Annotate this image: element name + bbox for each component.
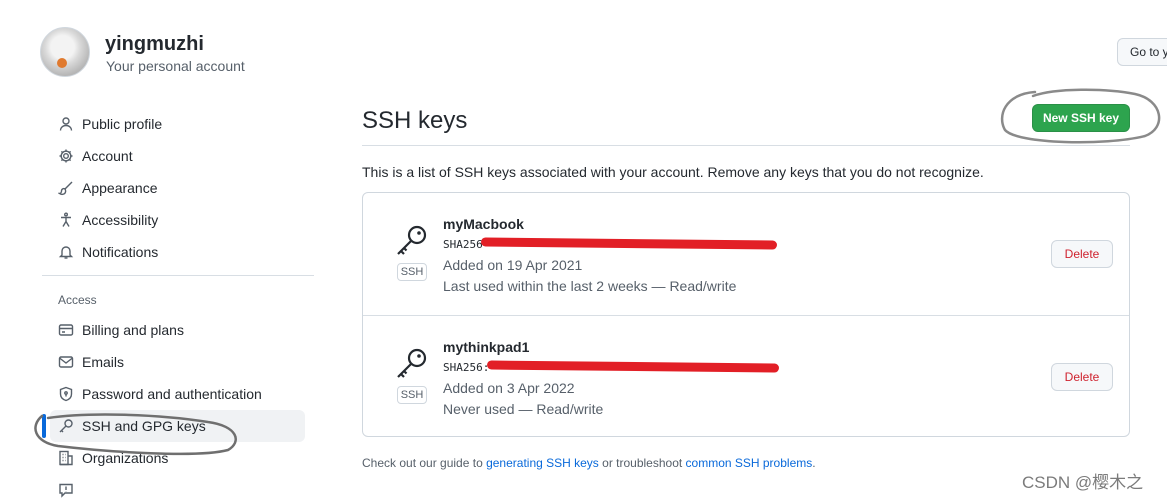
common-ssh-problems-link[interactable]: common SSH problems <box>686 456 813 470</box>
sidebar-item-label: Billing and plans <box>82 322 184 338</box>
sidebar-item-accessibility[interactable]: Accessibility <box>50 204 305 236</box>
title-divider <box>362 145 1130 146</box>
sidebar-item-public-profile[interactable]: Public profile <box>50 108 305 140</box>
sidebar-item-emails[interactable]: Emails <box>50 346 305 378</box>
footer-prefix: Check out our guide to <box>362 456 487 470</box>
sidebar-item-password[interactable]: Password and authentication <box>50 378 305 410</box>
sidebar-item-label: Organizations <box>82 450 169 466</box>
key-added-date: Added on 19 Apr 2021 <box>443 257 583 273</box>
sidebar-item-label: SSH and GPG keys <box>82 418 206 434</box>
sidebar-item-label: Account <box>82 148 133 164</box>
delete-key-button[interactable]: Delete <box>1051 363 1113 391</box>
sidebar-item-partial[interactable] <box>50 474 305 498</box>
footer-suffix: . <box>812 456 816 470</box>
key-fingerprint: SHA256: <box>443 361 490 374</box>
ssh-keys-list: SSH myMacbook SHA256 Added on 19 Apr 202… <box>362 192 1130 437</box>
key-fingerprint: SHA256 <box>443 238 483 251</box>
sidebar-item-ssh-gpg-keys[interactable]: SSH and GPG keys <box>42 410 305 442</box>
sidebar-item-appearance[interactable]: Appearance <box>50 172 305 204</box>
avatar[interactable] <box>40 27 90 77</box>
intro-text: This is a list of SSH keys associated wi… <box>362 164 984 180</box>
sidebar-item-label: Accessibility <box>82 212 159 228</box>
key-title: mythinkpad1 <box>443 339 530 355</box>
sidebar-item-label: Emails <box>82 354 125 370</box>
footer-middle: or troubleshoot <box>598 456 686 470</box>
account-username[interactable]: yingmuzhi <box>105 33 204 56</box>
key-icon <box>58 418 74 434</box>
redaction-mark <box>480 237 778 250</box>
key-title: myMacbook <box>443 216 524 232</box>
paintbrush-icon <box>58 180 74 196</box>
person-icon <box>58 116 74 132</box>
ssh-badge: SSH <box>397 386 427 404</box>
sidebar-item-label: Appearance <box>82 180 158 196</box>
ssh-badge: SSH <box>397 263 427 281</box>
comment-icon <box>58 482 74 498</box>
ssh-key-row: SSH mythinkpad1 SHA256: Added on 3 Apr 2… <box>363 315 1129 437</box>
delete-key-button[interactable]: Delete <box>1051 240 1113 268</box>
sidebar-item-notifications[interactable]: Notifications <box>50 236 305 268</box>
redaction-mark <box>486 360 780 373</box>
key-icon <box>397 225 427 255</box>
sidebar-item-label: Password and authentication <box>82 386 262 402</box>
shield-lock-icon <box>58 386 74 402</box>
key-last-used: Never used — Read/write <box>443 401 604 417</box>
sidebar-item-account[interactable]: Account <box>50 140 305 172</box>
go-to-profile-button[interactable]: Go to y <box>1117 38 1167 66</box>
new-ssh-key-button[interactable]: New SSH key <box>1032 104 1130 132</box>
sidebar-item-label: Notifications <box>82 244 159 260</box>
bell-icon <box>58 244 74 260</box>
ssh-key-row: SSH myMacbook SHA256 Added on 19 Apr 202… <box>363 193 1129 315</box>
watermark: CSDN @樱木之 <box>1022 473 1144 492</box>
sidebar-item-label: Public profile <box>82 116 163 132</box>
key-added-date: Added on 3 Apr 2022 <box>443 380 575 396</box>
sidebar-divider <box>42 275 314 276</box>
accessibility-icon <box>58 212 74 228</box>
key-last-used: Last used within the last 2 weeks — Read… <box>443 278 737 294</box>
mail-icon <box>58 354 74 370</box>
sidebar-section-access: Access <box>58 293 97 307</box>
key-icon <box>397 348 427 378</box>
account-subtitle: Your personal account <box>106 58 245 74</box>
page-title: SSH keys <box>362 107 468 134</box>
organization-icon <box>58 450 74 466</box>
gear-icon <box>58 148 74 164</box>
sidebar-item-organizations[interactable]: Organizations <box>50 442 305 474</box>
generating-ssh-keys-link[interactable]: generating SSH keys <box>486 456 599 470</box>
sidebar-item-billing[interactable]: Billing and plans <box>50 314 305 346</box>
credit-card-icon <box>58 322 74 338</box>
footer-help: Check out our guide to generating SSH ke… <box>362 456 816 470</box>
